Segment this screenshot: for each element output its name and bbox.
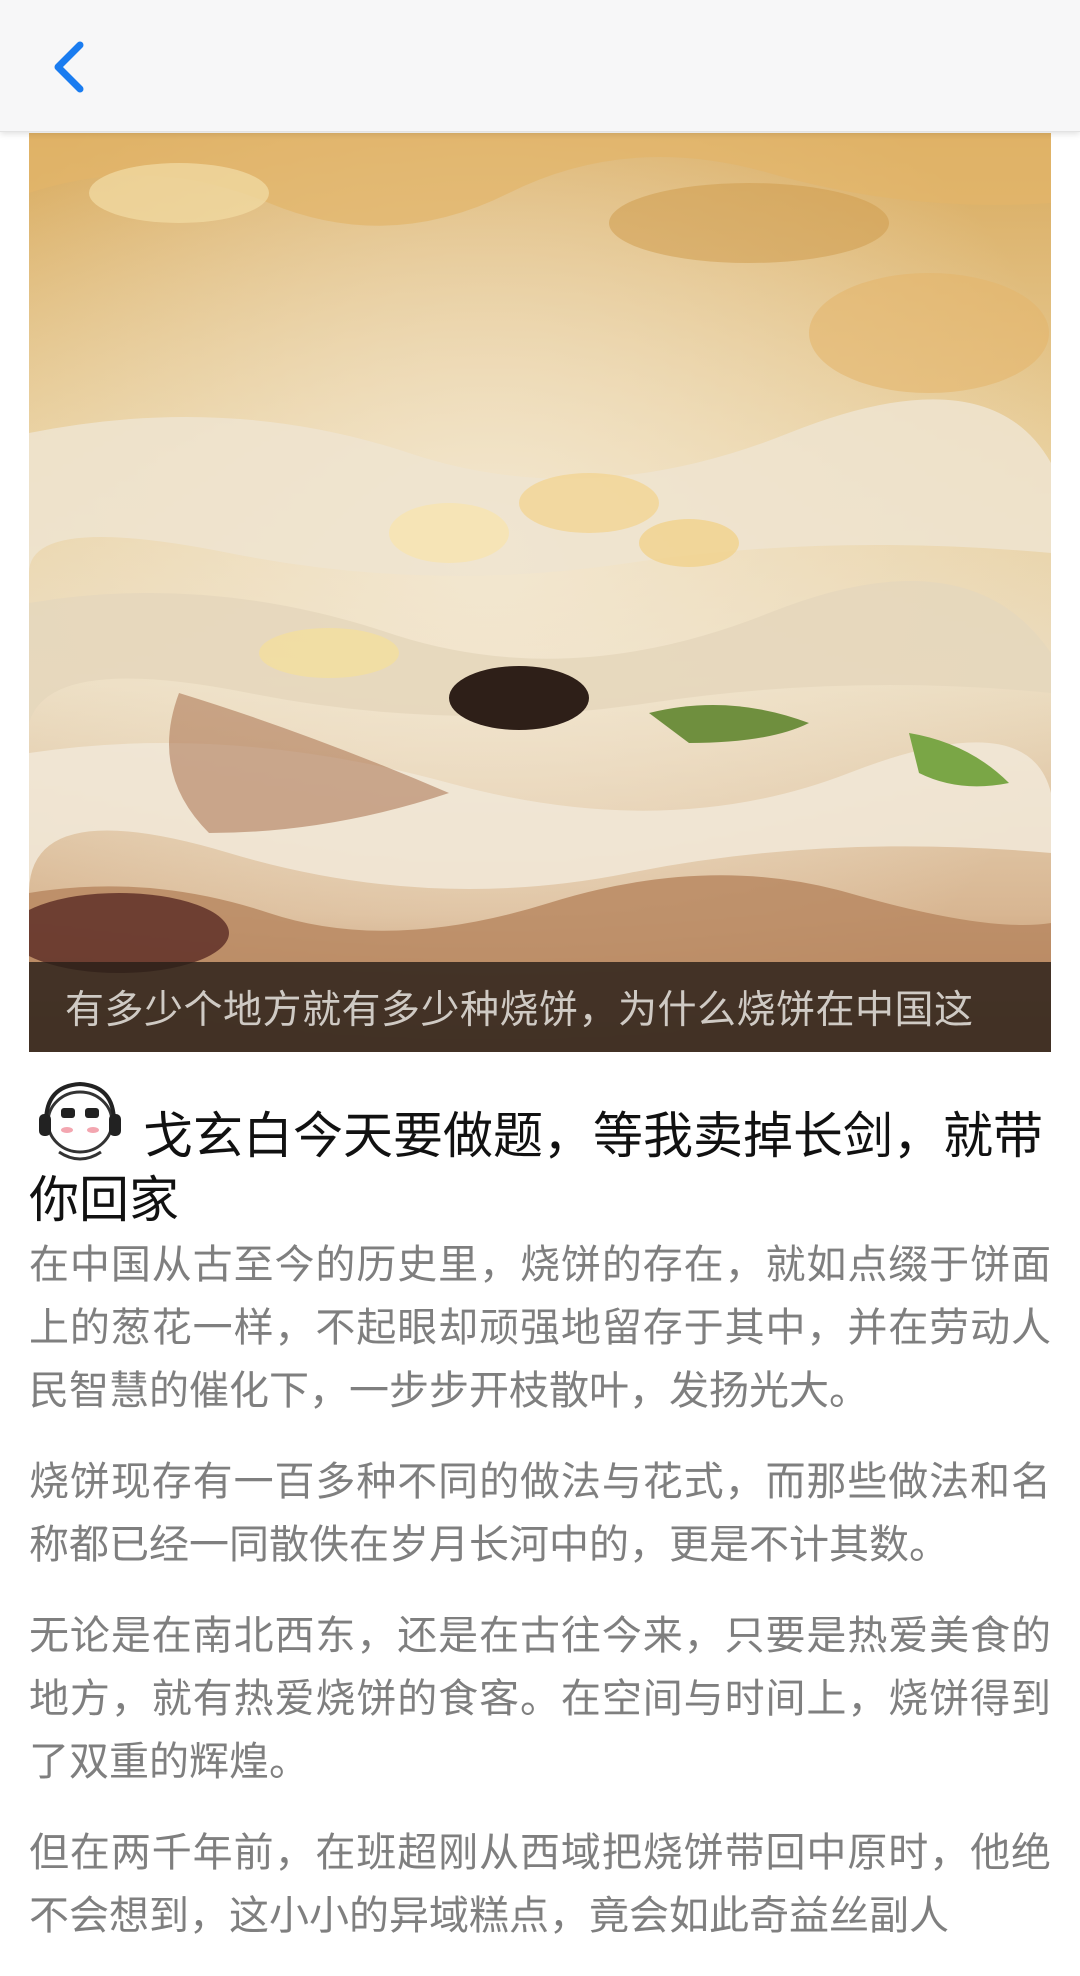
author-title: 戈玄白今天要做题，等我卖掉长剑，就带你回家 [29,1066,1051,1232]
article-body: 在中国从古至今的历史里，烧饼的存在，就如点缀于饼面上的葱花一样，不起眼却顽强地留… [29,1234,1051,1948]
article-paragraph: 无论是在南北西东，还是在古往今来，只要是热爱美食的地方，就有热爱烧饼的食客。在空… [29,1613,1051,1785]
author-name[interactable]: 戈玄白今天要做题，等我卖掉长剑，就带你回家 [29,1107,1043,1229]
cartoon-headphones-avatar-icon [29,1066,131,1168]
article-paragraph: 烧饼现存有一百多种不同的做法与花式，而那些做法和名称都已经一同散佚在岁月长河中的… [29,1459,1051,1568]
chevron-left-icon [54,41,84,93]
avatar[interactable] [29,1066,131,1168]
hero-caption-bar: 有多少个地方就有多少种烧饼，为什么烧饼在中国这 [29,962,1051,1052]
article-paragraph: 在中国从古至今的历史里，烧饼的存在，就如点缀于饼面上的葱花一样，不起眼却顽强地留… [29,1242,1051,1414]
navigation-bar [0,0,1080,132]
article-content: 有多少个地方就有多少种烧饼，为什么烧饼在中国这 戈玄白今天要做题，等我卖掉长剑，… [29,133,1051,1976]
hero-caption: 有多少个地方就有多少种烧饼，为什么烧饼在中国这 [65,988,974,1033]
flatbread-photo [29,133,1051,1052]
hero-image[interactable]: 有多少个地方就有多少种烧饼，为什么烧饼在中国这 [29,133,1051,1052]
article-paragraph: 但在两千年前，在班超刚从西域把烧饼带回中原时，他绝不会想到，这小小的异域糕点，竟… [29,1830,1051,1939]
back-button[interactable] [38,32,102,102]
